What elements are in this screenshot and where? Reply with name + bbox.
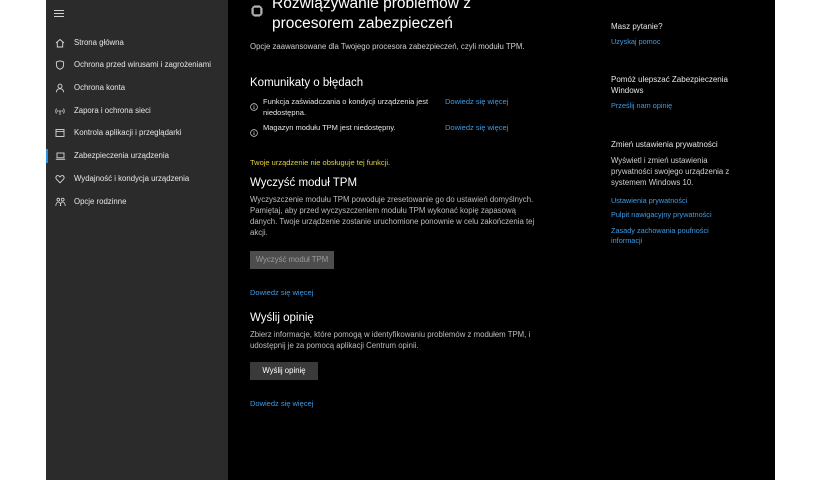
hamburger-menu-icon[interactable] [54, 10, 64, 20]
sidebar-item-firewall[interactable]: Zapora i ochrona sieci [46, 100, 228, 122]
home-icon [54, 37, 66, 49]
privacy-dashboard-link[interactable]: Pulpit nawigacyjny prywatności [611, 210, 741, 220]
sidebar-item-label: Ochrona konta [74, 83, 126, 92]
sidebar-item-family-options[interactable]: Opcje rodzinne [46, 191, 228, 213]
clear-tpm-button[interactable]: Wyczyść moduł TPM [250, 251, 334, 269]
person-icon [54, 82, 66, 94]
sidebar: Strona główna Ochrona przed wirusami i z… [46, 0, 228, 480]
send-feedback-button[interactable]: Wyślij opinię [250, 362, 318, 380]
learn-more-link[interactable]: Dowiedz się więcej [250, 399, 313, 409]
info-icon [250, 124, 258, 137]
feedback-description: Zbierz informacje, które pomogą w identy… [250, 330, 531, 350]
improve-heading: Pomóż ulepszać Zabezpieczenia Windows [611, 75, 728, 95]
privacy-settings-link[interactable]: Ustawienia prywatności [611, 196, 741, 206]
sidebar-item-label: Zapora i ochrona sieci [74, 106, 151, 115]
sidebar-item-device-performance[interactable]: Wydajność i kondycja urządzenia [46, 168, 228, 190]
heart-icon [54, 173, 66, 185]
get-help-link[interactable]: Uzyskaj pomoc [611, 37, 741, 47]
windows-security-window: Strona główna Ochrona przed wirusami i z… [46, 0, 775, 480]
chip-icon [250, 4, 264, 18]
sidebar-item-label: Kontrola aplikacji i przeglądarki [74, 128, 182, 137]
sidebar-item-label: Wydajność i kondycja urządzenia [74, 174, 190, 183]
privacy-heading: Zmień ustawienia prywatności [611, 140, 718, 149]
page-title: Rozwiązywanie problemów z procesorem zab… [272, 0, 471, 32]
sidebar-item-virus-protection[interactable]: Ochrona przed wirusami i zagrożeniami [46, 54, 228, 76]
family-icon [54, 196, 66, 208]
unsupported-warning: Twoje urządzenie nie obsługuje tej funkc… [250, 158, 391, 167]
main-content: Rozwiązywanie problemów z procesorem zab… [228, 0, 775, 480]
privacy-statement-link[interactable]: Zasady zachowania poufności informacji [611, 226, 741, 246]
sidebar-item-account-protection[interactable]: Ochrona konta [46, 77, 228, 99]
sidebar-item-label: Strona główna [74, 38, 124, 47]
page-description: Opcje zaawansowane dla Twojego procesora… [250, 42, 525, 51]
sidebar-item-home[interactable]: Strona główna [46, 32, 228, 54]
sidebar-item-app-browser-control[interactable]: Kontrola aplikacji i przeglądarki [46, 122, 228, 144]
privacy-description: Wyświetl i zmień ustawienia prywatności … [611, 156, 730, 187]
question-heading: Masz pytanie? [611, 22, 663, 31]
info-icon [250, 98, 258, 111]
send-feedback-link[interactable]: Prześlij nam opinię [611, 101, 741, 111]
errors-heading: Komunikaty o błędach [250, 77, 364, 89]
feedback-heading: Wyślij opinię [250, 312, 314, 324]
sidebar-item-label: Zabezpieczenia urządzenia [74, 151, 169, 160]
shield-icon [54, 59, 66, 71]
learn-more-link[interactable]: Dowiedz się więcej [445, 97, 508, 107]
error-text: Funkcja zaświadczania o kondycji urządze… [263, 97, 429, 117]
wifi-icon [54, 105, 66, 117]
clear-tpm-description: Wyczyszczenie modułu TPM powoduje zreset… [250, 195, 535, 237]
sidebar-item-label: Ochrona przed wirusami i zagrożeniami [74, 60, 211, 69]
browser-icon [54, 127, 66, 139]
sidebar-item-device-security[interactable]: Zabezpieczenia urządzenia [46, 145, 228, 167]
sidebar-item-label: Opcje rodzinne [74, 197, 127, 206]
clear-tpm-heading: Wyczyść moduł TPM [250, 177, 358, 189]
selected-indicator [46, 149, 48, 163]
laptop-icon [54, 150, 66, 162]
learn-more-link[interactable]: Dowiedz się więcej [445, 123, 508, 133]
error-text: Magazyn modułu TPM jest niedostępny. [263, 123, 396, 132]
learn-more-link[interactable]: Dowiedz się więcej [250, 288, 313, 298]
